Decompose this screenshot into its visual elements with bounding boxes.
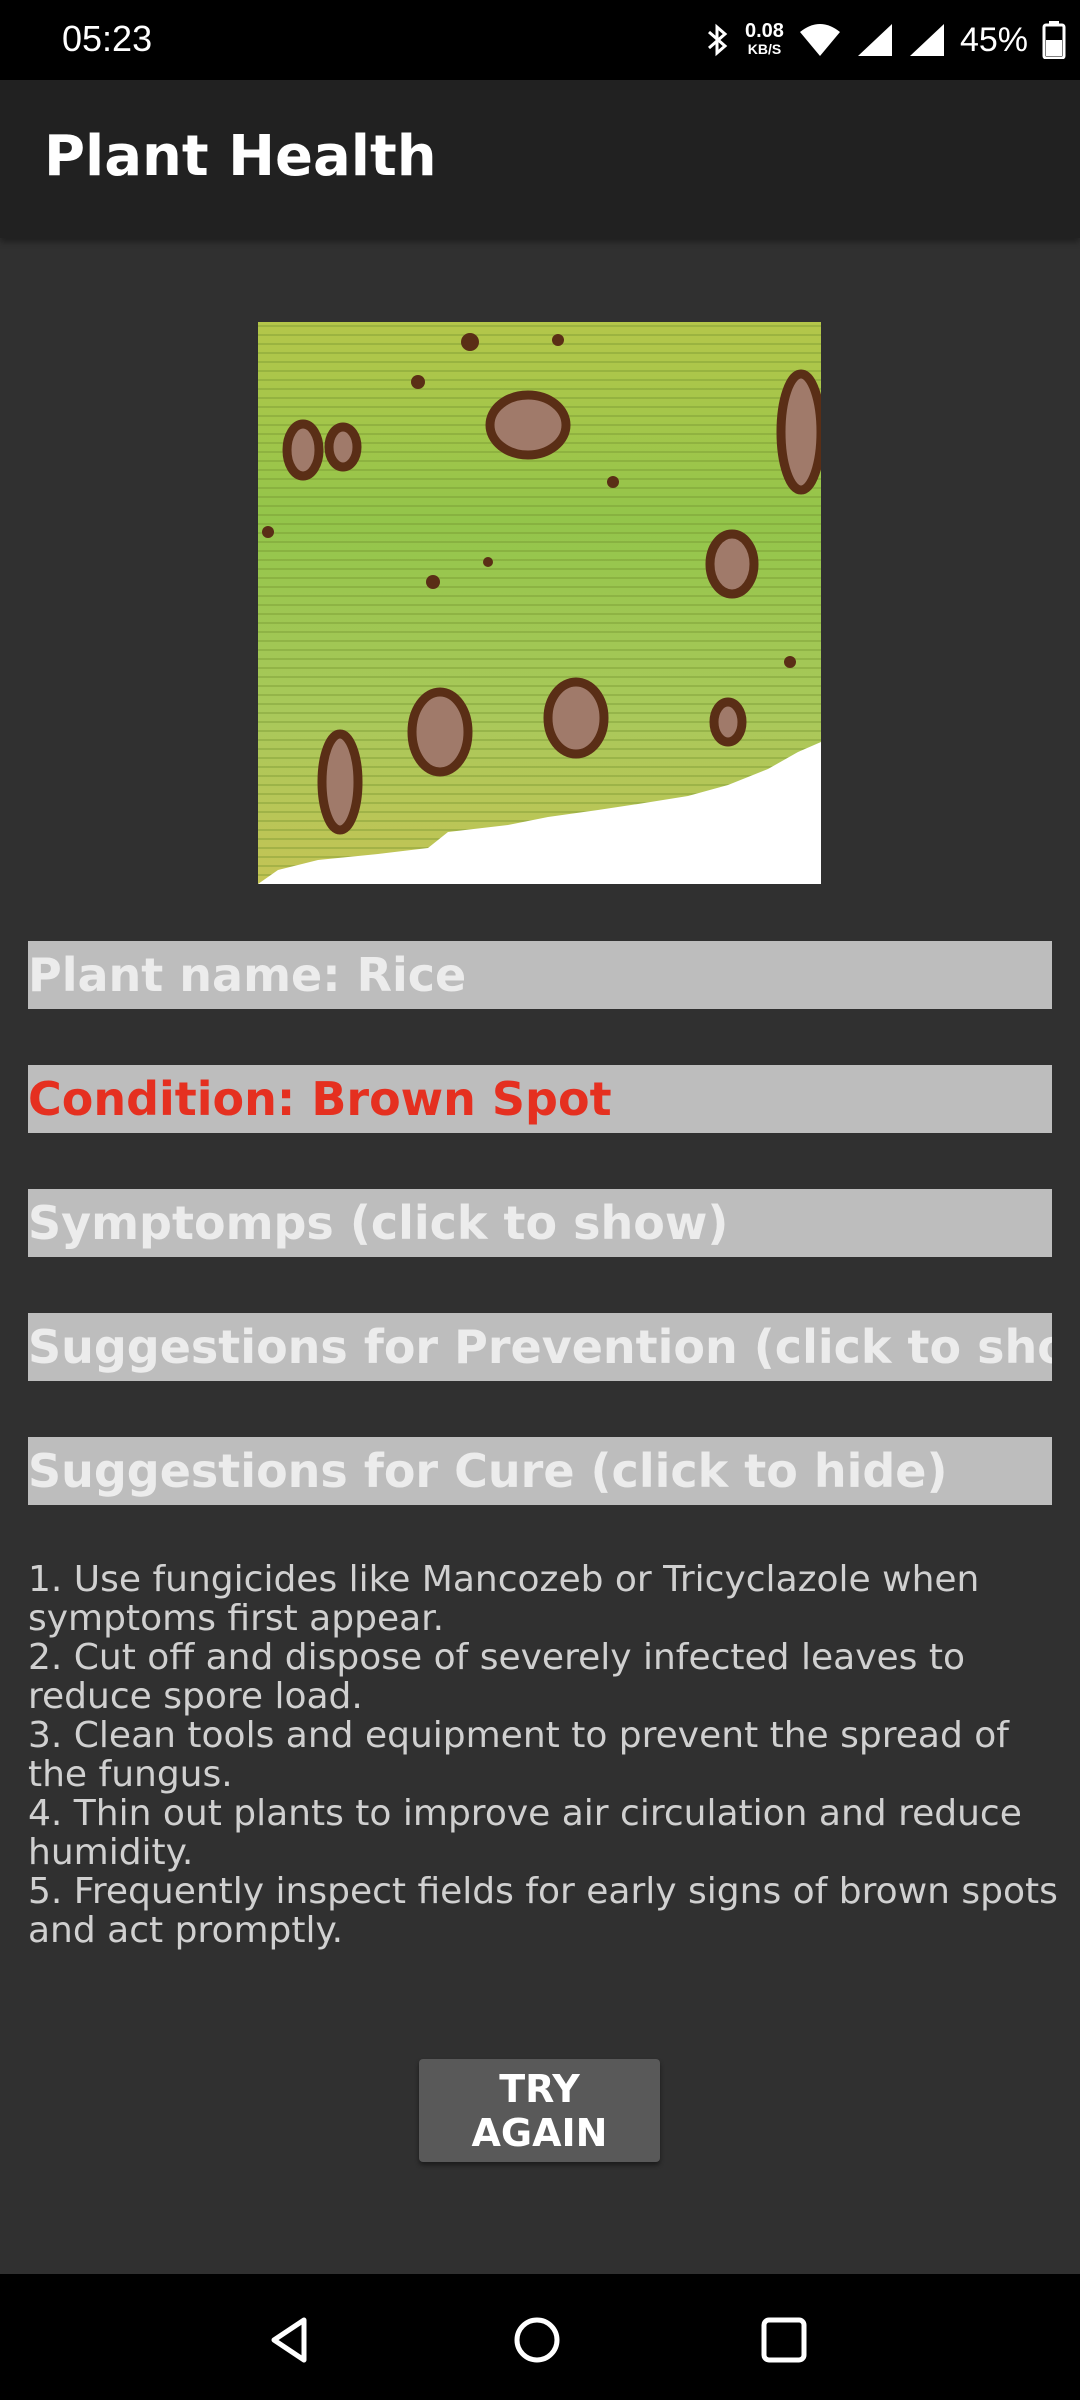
cure-line: 4. Thin out plants to improve air circul… bbox=[28, 1793, 1022, 1873]
plant-name-label: Plant name: Rice bbox=[28, 941, 1052, 1009]
rice-leaf-image bbox=[258, 322, 821, 884]
back-icon[interactable] bbox=[262, 2312, 318, 2368]
cure-line: 3. Clean tools and equipment to prevent … bbox=[28, 1715, 1009, 1795]
home-icon[interactable] bbox=[509, 2312, 565, 2368]
status-bar: 05:23 0.08 KB/S 45% bbox=[0, 0, 1080, 80]
navigation-bar bbox=[0, 2274, 1080, 2400]
plant-photo bbox=[258, 322, 821, 884]
condition-label: Condition: Brown Spot bbox=[28, 1065, 1052, 1133]
cure-suggestions-text: 1. Use fungicides like Mancozeb or Tricy… bbox=[28, 1560, 1058, 1950]
prevention-toggle[interactable]: Suggestions for Prevention (click to sho… bbox=[28, 1313, 1052, 1381]
net-speed-value: 0.08 bbox=[745, 20, 784, 42]
cure-line: 5. Frequently inspect fields for early s… bbox=[28, 1871, 1058, 1951]
app-title: Plant Health bbox=[44, 124, 437, 189]
bluetooth-icon bbox=[708, 23, 728, 57]
net-speed: 0.08 KB/S bbox=[745, 20, 784, 58]
status-icons: 0.08 KB/S 45% bbox=[705, 0, 1080, 80]
app-bar: Plant Health bbox=[0, 80, 1080, 238]
net-speed-unit: KB/S bbox=[747, 41, 782, 57]
cure-toggle[interactable]: Suggestions for Cure (click to hide) bbox=[28, 1437, 1052, 1505]
symptoms-toggle[interactable]: Symptomps (click to show) bbox=[28, 1189, 1052, 1257]
status-time: 05:23 bbox=[62, 18, 153, 59]
wifi-icon bbox=[799, 24, 840, 56]
signal-icon bbox=[909, 24, 944, 56]
battery-percent: 45% bbox=[959, 20, 1028, 59]
cure-line: 2. Cut off and dispose of severely infec… bbox=[28, 1637, 965, 1717]
try-again-button[interactable]: TRY AGAIN bbox=[419, 2059, 660, 2162]
cure-line: 1. Use fungicides like Mancozeb or Tricy… bbox=[28, 1559, 980, 1639]
signal-icon bbox=[857, 24, 892, 56]
battery-icon bbox=[1042, 21, 1066, 59]
recents-icon[interactable] bbox=[756, 2312, 812, 2368]
